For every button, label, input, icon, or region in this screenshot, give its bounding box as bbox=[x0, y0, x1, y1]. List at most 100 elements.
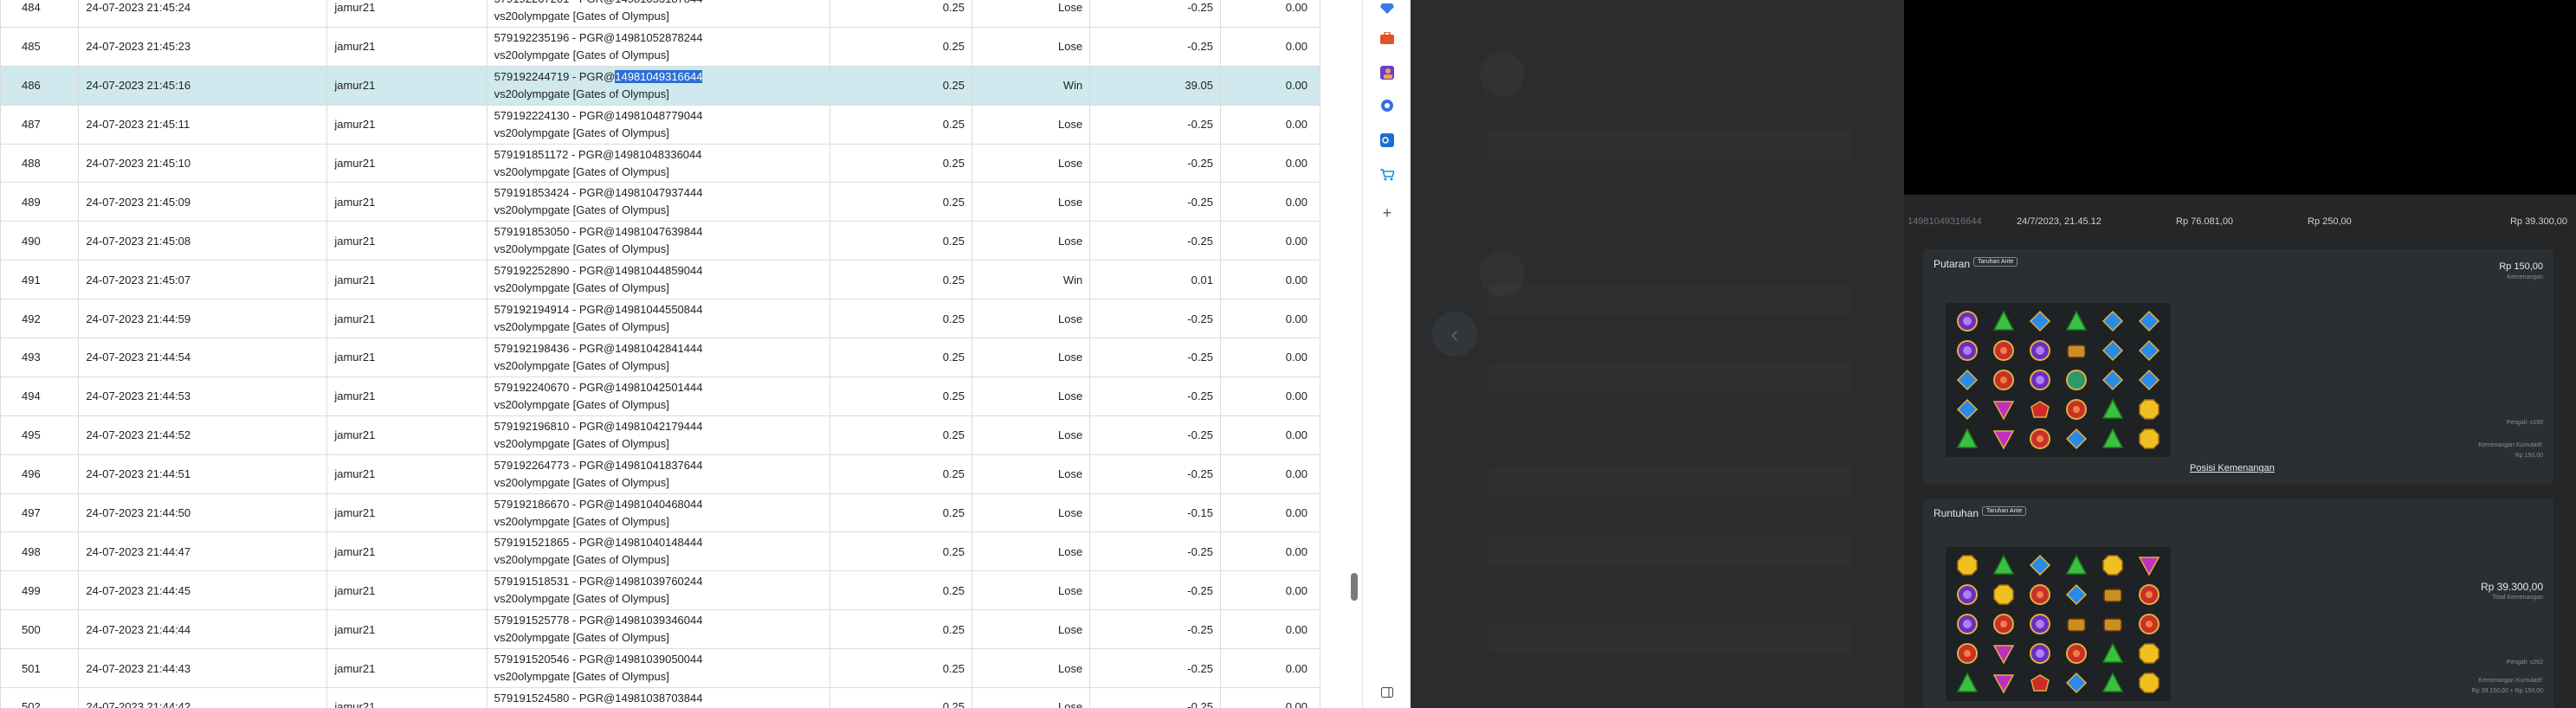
transaction-id-text: 579192267201 - PGR@14981053187844 bbox=[494, 0, 703, 5]
gem-icon bbox=[2095, 580, 2131, 609]
row-game-name: vs20olympgate [Gates of Olympus] bbox=[494, 436, 669, 450]
table-row[interactable]: 490 24-07-2023 21:45:08 jamur21 57919185305… bbox=[0, 221, 1320, 261]
table-row[interactable]: 488 24-07-2023 21:45:10 jamur21 57919185117… bbox=[0, 143, 1320, 183]
row-amount: -0.25 bbox=[1089, 182, 1221, 222]
row-balance: 0.00 bbox=[1219, 492, 1320, 533]
transaction-table: 48424-07-2023 21:45:24 jamur21 57919226720… bbox=[0, 0, 1320, 708]
row-description: 579191520546 - PGR@14981039050044 vs20oly… bbox=[486, 648, 830, 689]
row-number: 496 bbox=[0, 454, 80, 494]
gem-icon bbox=[2095, 424, 2131, 454]
row-status: Lose bbox=[972, 221, 1091, 261]
table-row[interactable]: 489 24-07-2023 21:45:09 jamur21 57919185342… bbox=[0, 182, 1320, 222]
briefcase-icon[interactable] bbox=[1378, 29, 1396, 47]
table-row[interactable]: 496 24-07-2023 21:44:51 jamur21 57919226477… bbox=[0, 454, 1320, 494]
row-balance: 0.00 bbox=[1219, 338, 1320, 377]
table-row[interactable]: 500 24-07-2023 21:44:44 jamur21 57919152577… bbox=[0, 609, 1320, 650]
outlook-icon[interactable] bbox=[1378, 132, 1396, 149]
gem-icon bbox=[1985, 609, 2022, 639]
row-game-name: vs20olympgate [Gates of Olympus] bbox=[494, 281, 669, 295]
row-date: 24-07-2023 21:45:24 bbox=[78, 0, 328, 28]
row-amount: -0.25 bbox=[1089, 26, 1221, 67]
row-number: 484 bbox=[0, 0, 80, 28]
row-status: Lose bbox=[972, 609, 1091, 650]
table-row[interactable]: 502 24-07-2023 21:44:42 jamur21 57919152458… bbox=[0, 687, 1320, 708]
row-transaction-id: 579192224130 - PGR@14981048779044 bbox=[494, 107, 823, 125]
row-description: 579191525778 - PGR@14981039346044 vs20oly… bbox=[486, 609, 830, 650]
back-button[interactable]: ‹ bbox=[1432, 312, 1477, 357]
row-date: 24-07-2023 21:44:47 bbox=[78, 531, 328, 572]
row-status: Lose bbox=[972, 687, 1091, 708]
gem-icon bbox=[2095, 365, 2131, 395]
row-status: Lose bbox=[972, 26, 1091, 67]
row-status: Win bbox=[972, 65, 1091, 106]
table-row[interactable]: 497 24-07-2023 21:44:50 jamur21 57919218667… bbox=[0, 492, 1320, 533]
gem-icon bbox=[1949, 336, 1985, 365]
spin-card-tag: Taruhan Ante bbox=[1973, 257, 2018, 267]
row-status: Lose bbox=[972, 492, 1091, 533]
row-game-name: vs20olympgate [Gates of Olympus] bbox=[494, 592, 669, 606]
row-transaction-id: 579192196810 - PGR@14981042179444 bbox=[494, 418, 823, 435]
row-status: Lose bbox=[972, 182, 1091, 222]
table-row[interactable]: 487 24-07-2023 21:45:11 jamur21 57919222413… bbox=[0, 104, 1320, 145]
row-amount: 39.05 bbox=[1089, 65, 1221, 106]
table-row[interactable]: 485 24-07-2023 21:45:23 jamur21 57919223519… bbox=[0, 26, 1320, 67]
row-transaction-id: 579191853050 - PGR@14981047639844 bbox=[494, 223, 823, 241]
table-row[interactable]: 495 24-07-2023 21:44:52 jamur21 57919219681… bbox=[0, 415, 1320, 455]
row-amount: -0.25 bbox=[1089, 299, 1221, 339]
row-transaction-id: 579192264773 - PGR@14981041837644 bbox=[494, 457, 823, 474]
row-amount: -0.25 bbox=[1089, 648, 1221, 689]
round-balance: Rp 76.081,00 bbox=[2176, 216, 2234, 227]
winning-position-link[interactable]: Posisi Kemenangan bbox=[2190, 463, 2275, 473]
table-row[interactable]: 486 24-07-2023 21:45:16 jamur21 57919224471… bbox=[0, 65, 1320, 106]
row-description: 579191853424 - PGR@14981047937444 vs20oly… bbox=[486, 182, 830, 222]
row-transaction-id: 579192235196 - PGR@14981052878244 bbox=[494, 29, 823, 47]
spin-card: Putaran Taruhan Ante Rp 150,00 Kemenanga… bbox=[1923, 249, 2553, 485]
row-game-name: vs20olympgate [Gates of Olympus] bbox=[494, 475, 669, 489]
tumble-multiplier-note: Pengali: x262 bbox=[2506, 660, 2543, 666]
table-scrollbar[interactable] bbox=[1346, 0, 1362, 708]
table-row[interactable]: 499 24-07-2023 21:44:45 jamur21 57919151853… bbox=[0, 570, 1320, 611]
gem-icon bbox=[2058, 336, 2095, 365]
table-row[interactable]: 498 24-07-2023 21:44:47 jamur21 57919152186… bbox=[0, 531, 1320, 572]
row-bet: 0.25 bbox=[829, 299, 973, 339]
transaction-id-text: 579192186670 - PGR@14981040468044 bbox=[494, 497, 703, 511]
diamond-icon[interactable] bbox=[1378, 0, 1396, 17]
row-balance: 0.00 bbox=[1219, 221, 1320, 261]
user-icon[interactable] bbox=[1378, 64, 1396, 81]
gem-icon bbox=[1949, 639, 1985, 668]
row-bet: 0.25 bbox=[829, 143, 973, 183]
cart-icon[interactable] bbox=[1378, 166, 1396, 183]
row-amount: -0.25 bbox=[1089, 376, 1221, 416]
gem-icon bbox=[1949, 609, 1985, 639]
row-number: 485 bbox=[0, 26, 80, 67]
table-row[interactable]: 492 24-07-2023 21:44:59 jamur21 57919219491… bbox=[0, 299, 1320, 339]
plus-icon[interactable]: + bbox=[1378, 204, 1396, 222]
row-balance: 0.00 bbox=[1219, 376, 1320, 416]
row-status: Lose bbox=[972, 454, 1091, 494]
gem-icon bbox=[2058, 550, 2095, 580]
chevron-left-icon: ‹ bbox=[1450, 320, 1459, 347]
row-game-name: vs20olympgate [Gates of Olympus] bbox=[494, 397, 669, 411]
gem-icon bbox=[2058, 424, 2095, 454]
row-number: 486 bbox=[0, 65, 80, 106]
blurred-avatar bbox=[1480, 52, 1525, 97]
gem-icon bbox=[1985, 424, 2022, 454]
table-row[interactable]: 491 24-07-2023 21:45:07 jamur21 57919225289… bbox=[0, 260, 1320, 300]
row-description: 579191524580 - PGR@14981038703844vs20oly… bbox=[486, 687, 830, 708]
table-row[interactable]: 501 24-07-2023 21:44:43 jamur21 57919152054… bbox=[0, 648, 1320, 689]
row-date: 24-07-2023 21:44:42 bbox=[78, 687, 328, 708]
gear-icon[interactable] bbox=[1378, 97, 1396, 114]
row-username: jamur21 bbox=[326, 415, 487, 455]
blurred-row bbox=[1488, 623, 1852, 653]
scroll-thumb[interactable] bbox=[1351, 573, 1358, 601]
browser-sidebar: + bbox=[1362, 0, 1411, 708]
table-row[interactable]: 48424-07-2023 21:45:24jamur2157919226720… bbox=[0, 0, 1320, 28]
panel-icon[interactable] bbox=[1378, 684, 1396, 701]
table-row[interactable]: 493 24-07-2023 21:44:54 jamur21 57919219843… bbox=[0, 338, 1320, 377]
row-bet: 0.25 bbox=[829, 104, 973, 145]
gem-icon bbox=[1985, 365, 2022, 395]
gem-icon bbox=[2131, 580, 2167, 609]
row-date: 24-07-2023 21:44:44 bbox=[78, 609, 328, 650]
table-row[interactable]: 494 24-07-2023 21:44:53 jamur21 57919224067… bbox=[0, 376, 1320, 416]
row-bet: 0.25 bbox=[829, 492, 973, 533]
